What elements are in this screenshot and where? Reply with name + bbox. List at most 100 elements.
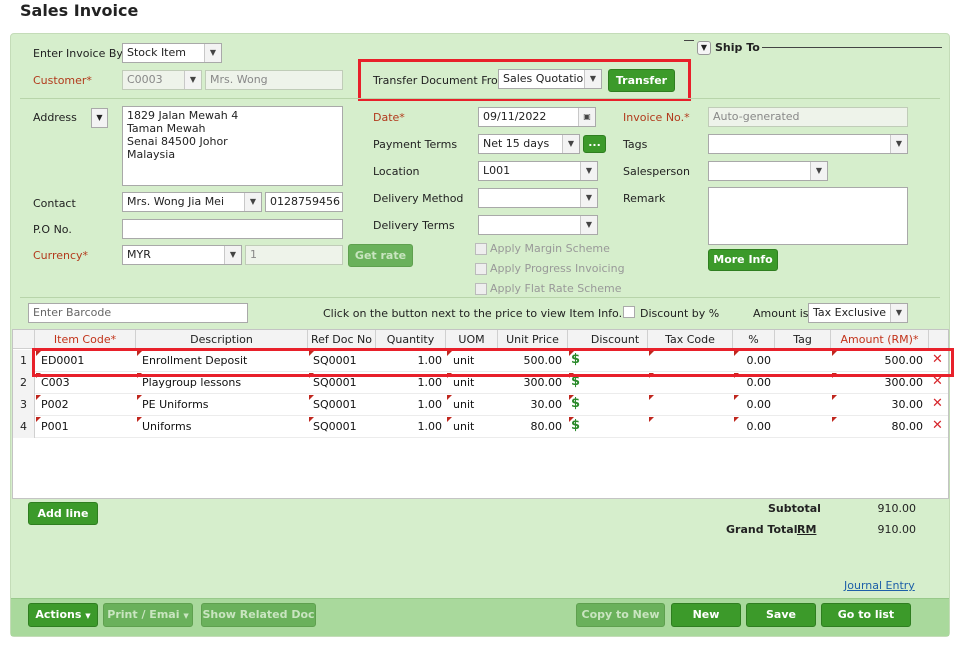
close-icon[interactable]: ✕ <box>932 396 943 411</box>
apply-flat-rate-checkbox[interactable] <box>475 283 487 295</box>
cell-uom[interactable]: unit <box>453 394 498 416</box>
address-textarea[interactable]: 1829 Jalan Mewah 4 Taman Mewah Senai 845… <box>122 106 343 186</box>
cell-description[interactable]: PE Uniforms <box>142 394 302 416</box>
row-divider <box>35 437 948 438</box>
edit-marker-icon <box>649 395 654 400</box>
go-to-list-button[interactable]: Go to list <box>821 603 911 627</box>
copy-to-new-button[interactable]: Copy to New <box>576 603 665 627</box>
edit-marker-icon <box>36 417 41 422</box>
chevron-down-icon: ▼ <box>890 135 907 153</box>
tags-label: Tags <box>623 138 648 151</box>
po-field[interactable] <box>122 219 343 239</box>
get-rate-button[interactable]: Get rate <box>348 244 413 267</box>
cell-description[interactable]: Uniforms <box>142 416 302 438</box>
location-label: Location <box>373 165 420 178</box>
dollar-icon[interactable]: $ <box>571 418 580 433</box>
chevron-down-icon: ▼ <box>184 71 201 89</box>
edit-marker-icon <box>734 395 739 400</box>
date-field[interactable]: 09/11/2022 ▣ <box>478 107 596 127</box>
cell-unit-price[interactable]: 80.00 <box>498 416 563 438</box>
currency-label: Currency* <box>33 249 89 262</box>
header-uom: UOM <box>446 330 498 349</box>
cell-uom[interactable]: unit <box>453 416 498 438</box>
currency-link[interactable]: RM <box>797 523 816 536</box>
salesperson-select[interactable]: ▼ <box>708 161 828 181</box>
cell-quantity[interactable]: 1.00 <box>376 416 443 438</box>
discount-percent-checkbox[interactable] <box>623 306 635 318</box>
header-item-code: Item Code* <box>35 330 136 349</box>
tags-select[interactable]: ▼ <box>708 134 908 154</box>
barcode-input[interactable]: Enter Barcode <box>28 303 248 323</box>
apply-margin-checkbox[interactable] <box>475 243 487 255</box>
subtotal-label: Subtotal <box>768 502 821 515</box>
payment-terms-more-button[interactable]: ... <box>583 135 606 153</box>
table-row[interactable]: 3 P002 PE Uniforms SQ0001 1.00 unit 30.00 0.00 3… <box>13 394 948 416</box>
cell-ref-doc-no[interactable]: SQ0001 <box>313 394 373 416</box>
currency-select[interactable]: MYR ▼ <box>122 245 242 265</box>
caret-down-icon: ▼ <box>183 612 189 620</box>
apply-flat-rate-label: Apply Flat Rate Scheme <box>490 282 622 295</box>
transfer-button[interactable]: Transfer <box>608 69 675 92</box>
header-amount: Amount (RM)* <box>831 330 929 349</box>
cell-unit-price[interactable]: 30.00 <box>498 394 563 416</box>
journal-entry-link[interactable]: Journal Entry <box>844 579 915 592</box>
po-label: P.O No. <box>33 223 72 236</box>
calendar-icon[interactable]: ▣ <box>578 108 595 126</box>
amount-is-select[interactable]: Tax Exclusive ▼ <box>808 303 908 323</box>
cell-amount[interactable]: 80.00 <box>831 416 924 438</box>
row-number-header <box>13 330 35 349</box>
payment-terms-select[interactable]: Net 15 days ▼ <box>478 134 580 154</box>
close-icon[interactable]: ✕ <box>932 418 943 433</box>
chevron-down-icon: ▼ <box>224 246 241 264</box>
enter-by-select[interactable]: Stock Item ▼ <box>122 43 222 63</box>
apply-progress-label: Apply Progress Invoicing <box>490 262 625 275</box>
customer-name-field[interactable]: Mrs. Wong <box>205 70 343 90</box>
show-related-doc-button[interactable]: Show Related Doc <box>201 603 316 627</box>
print-email-button[interactable]: Print / Emai ▼ <box>103 603 193 627</box>
salesperson-label: Salesperson <box>623 165 690 178</box>
row-number: 4 <box>13 416 35 438</box>
remark-textarea[interactable] <box>708 187 908 245</box>
chevron-down-icon: ▼ <box>562 135 579 153</box>
header-quantity: Quantity <box>376 330 446 349</box>
invoice-no-field[interactable]: Auto-generated <box>708 107 908 127</box>
remark-label: Remark <box>623 192 666 205</box>
ship-to-toggle-icon[interactable]: ▼ <box>697 41 711 55</box>
contact-label: Contact <box>33 197 76 210</box>
delivery-method-select[interactable]: ▼ <box>478 188 598 208</box>
save-button[interactable]: Save <box>746 603 816 627</box>
phone-field[interactable]: 0128759456 <box>265 192 343 212</box>
table-row[interactable]: 4 P001 Uniforms SQ0001 1.00 unit 80.00 0.00 80.0… <box>13 416 948 438</box>
row-number: 3 <box>13 394 35 416</box>
actions-button[interactable]: Actions ▼ <box>28 603 98 627</box>
customer-code-field[interactable]: C0003 ▼ <box>122 70 202 90</box>
exchange-rate-field[interactable]: 1 <box>245 245 343 265</box>
cell-amount[interactable]: 30.00 <box>831 394 924 416</box>
cell-item-code[interactable]: P001 <box>41 416 136 438</box>
section-divider <box>20 98 940 99</box>
chevron-down-icon: ▼ <box>244 193 261 211</box>
edit-marker-icon <box>36 395 41 400</box>
contact-select[interactable]: Mrs. Wong Jia Mei ▼ <box>122 192 262 212</box>
edit-marker-icon <box>137 417 142 422</box>
enter-by-label: Enter Invoice By <box>33 47 123 60</box>
edit-marker-icon <box>309 395 314 400</box>
ship-to-divider <box>762 47 942 48</box>
new-button[interactable]: New <box>671 603 741 627</box>
header-unit-price: Unit Price <box>498 330 568 349</box>
apply-progress-checkbox[interactable] <box>475 263 487 275</box>
cell-ref-doc-no[interactable]: SQ0001 <box>313 416 373 438</box>
transfer-label: Transfer Document From <box>373 74 509 87</box>
address-dropdown-icon[interactable]: ▼ <box>91 108 108 128</box>
dollar-icon[interactable]: $ <box>571 396 580 411</box>
add-line-button[interactable]: Add line <box>28 502 98 525</box>
location-select[interactable]: L001 ▼ <box>478 161 598 181</box>
transfer-document-select[interactable]: Sales Quotation ▼ <box>498 69 602 89</box>
page-title: Sales Invoice <box>20 1 139 20</box>
cell-quantity[interactable]: 1.00 <box>376 394 443 416</box>
subtotal-value: 910.00 <box>877 502 917 515</box>
header-delete <box>929 330 948 349</box>
more-info-button[interactable]: More Info <box>708 249 778 271</box>
cell-item-code[interactable]: P002 <box>41 394 136 416</box>
delivery-terms-select[interactable]: ▼ <box>478 215 598 235</box>
